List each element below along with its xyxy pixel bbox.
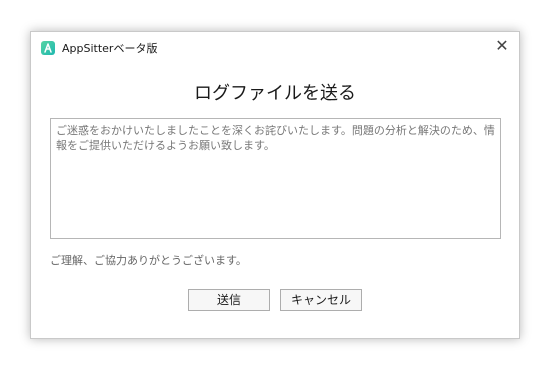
app-logo-icon xyxy=(41,41,55,55)
thanks-note: ご理解、ご協力ありがとうございます。 xyxy=(50,254,247,267)
dialog-heading: ログファイルを送る xyxy=(194,83,356,104)
send-log-dialog: AppSitterベータ版 ✕ ログファイルを送る ご迷惑をおかけいたしましたこ… xyxy=(30,31,520,339)
cancel-button[interactable]: キャンセル xyxy=(280,289,362,311)
close-icon[interactable]: ✕ xyxy=(491,36,513,58)
send-button[interactable]: 送信 xyxy=(188,289,270,311)
message-textarea[interactable]: ご迷惑をおかけいたしましたことを深くお詫びいたします。問題の分析と解決のため、情… xyxy=(50,118,501,239)
window-title: AppSitterベータ版 xyxy=(62,42,158,55)
title-bar: AppSitterベータ版 ✕ xyxy=(31,32,519,62)
